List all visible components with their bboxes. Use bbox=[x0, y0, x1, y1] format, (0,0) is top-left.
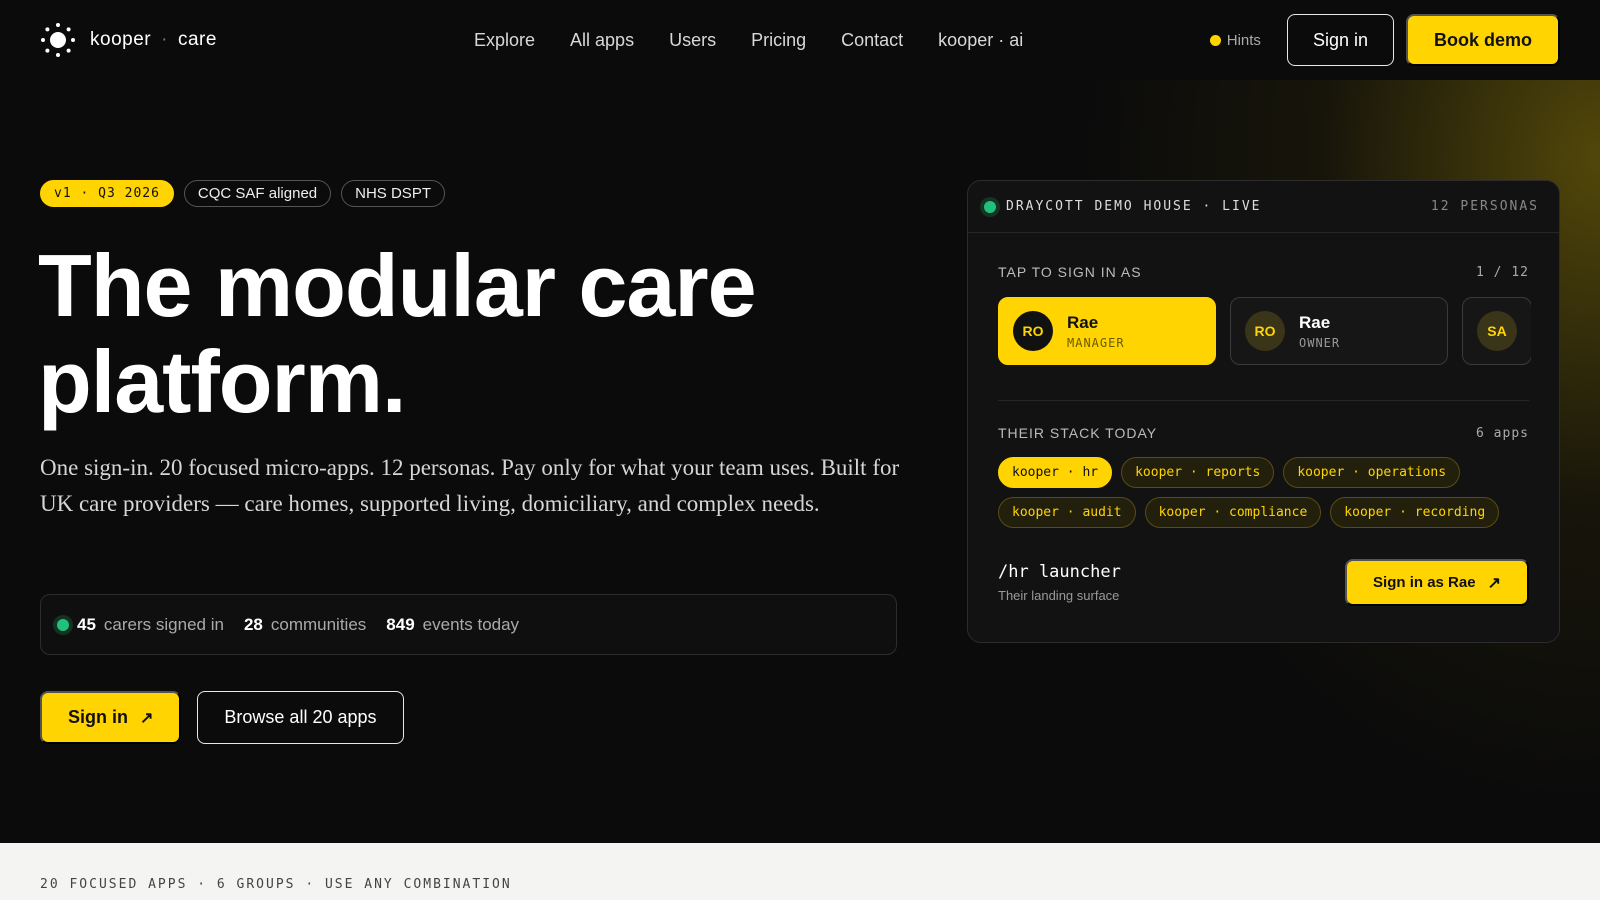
nav-link-pricing[interactable]: Pricing bbox=[751, 30, 806, 51]
sun-logo-icon bbox=[40, 22, 76, 58]
stat-carers-label: carers signed in bbox=[103, 614, 224, 634]
stat-events: 849 events today bbox=[386, 615, 519, 635]
hero-signin-button[interactable]: Sign in ↗ bbox=[40, 691, 182, 744]
nav-link-all-apps[interactable]: All apps bbox=[570, 30, 634, 51]
hero-headline: The modular care platform. bbox=[38, 238, 918, 430]
panel-divider bbox=[998, 400, 1529, 401]
arrow-up-right-icon: ↗ bbox=[1487, 574, 1501, 592]
app-chip[interactable]: kooper · recording bbox=[1330, 497, 1500, 528]
hero-subcopy: One sign-in. 20 focused micro-apps. 12 p… bbox=[40, 455, 900, 516]
persona-carousel[interactable]: RO Rae MANAGER RO Rae OWNER SA bbox=[998, 297, 1531, 365]
stack-section: THEIR STACK TODAY 6 apps kooper · hr koo… bbox=[968, 425, 1559, 606]
version-badge: v1 · Q3 2026 bbox=[40, 180, 174, 207]
brand-separator: · bbox=[161, 29, 168, 50]
stat-communities: 28 communities bbox=[244, 615, 366, 635]
brand[interactable]: kooper · care bbox=[40, 22, 420, 58]
persona-role: MANAGER bbox=[1067, 335, 1125, 350]
persona-text: Rae MANAGER bbox=[1067, 313, 1125, 350]
hints-dot-icon bbox=[1209, 34, 1221, 46]
nav-link-kooper-ai[interactable]: kooper · ai bbox=[938, 30, 1023, 51]
persona-page-indicator: 1 / 12 bbox=[1476, 264, 1529, 280]
demo-house-panel: DRAYCOTT DEMO HOUSE · LIVE 12 PERSONAS T… bbox=[967, 180, 1560, 643]
app-chips: kooper · hr kooper · reports kooper · op… bbox=[998, 457, 1531, 528]
hero-badges: v1 · Q3 2026 CQC SAF aligned NHS DSPT bbox=[40, 180, 445, 207]
book-demo-button[interactable]: Book demo bbox=[1405, 14, 1560, 66]
stat-events-label: events today bbox=[422, 614, 520, 634]
avatar: SA bbox=[1477, 311, 1517, 351]
persona-name: Rae bbox=[1067, 312, 1099, 332]
nav-links: Explore All apps Users Pricing Contact k… bbox=[474, 30, 1023, 51]
hints-label: Hints bbox=[1226, 31, 1261, 49]
sign-in-as-persona-button[interactable]: Sign in as Rae ↗ bbox=[1345, 559, 1529, 606]
nav-link-contact[interactable]: Contact bbox=[841, 30, 903, 51]
persona-card[interactable]: RO Rae MANAGER bbox=[998, 297, 1216, 365]
personas-count: 12 PERSONAS bbox=[1430, 199, 1539, 214]
persona-text: Rae OWNER bbox=[1299, 313, 1340, 350]
cqc-badge: CQC SAF aligned bbox=[183, 180, 332, 207]
stat-carers-value: 45 bbox=[77, 614, 96, 634]
headline-line-2: platform. bbox=[38, 332, 406, 431]
apps-section-eyebrow: 20 FOCUSED APPS · 6 GROUPS · USE ANY COM… bbox=[40, 877, 512, 892]
arrow-up-right-icon: ↗ bbox=[140, 709, 154, 727]
apps-section-strip: 20 FOCUSED APPS · 6 GROUPS · USE ANY COM… bbox=[0, 843, 1600, 900]
app-chip[interactable]: kooper · compliance bbox=[1144, 497, 1322, 528]
nhs-badge: NHS DSPT bbox=[341, 180, 445, 207]
app-chip[interactable]: kooper · audit bbox=[998, 497, 1136, 528]
nav-link-explore[interactable]: Explore bbox=[474, 30, 535, 51]
live-dot-icon bbox=[57, 618, 69, 631]
stat-events-value: 849 bbox=[386, 614, 415, 634]
persona-section: TAP TO SIGN IN AS 1 / 12 RO Rae MANAGER … bbox=[968, 264, 1559, 365]
panel-header: DRAYCOTT DEMO HOUSE · LIVE 12 PERSONAS bbox=[968, 181, 1559, 233]
persona-role: OWNER bbox=[1299, 335, 1341, 350]
stat-communities-value: 28 bbox=[243, 614, 263, 634]
launcher-info: /hr launcher Their landing surface bbox=[998, 562, 1121, 603]
launcher-subtitle: Their landing surface bbox=[998, 588, 1120, 603]
app-chip[interactable]: kooper · reports bbox=[1121, 457, 1275, 488]
launcher-row: /hr launcher Their landing surface Sign … bbox=[998, 559, 1529, 606]
persona-section-header: TAP TO SIGN IN AS 1 / 12 bbox=[998, 264, 1529, 280]
persona-name: Rae bbox=[1299, 312, 1331, 332]
hero-signin-label: Sign in bbox=[68, 707, 128, 727]
avatar: RO bbox=[1245, 311, 1285, 351]
stack-label: THEIR STACK TODAY bbox=[998, 425, 1158, 441]
headline-line-1: The modular care bbox=[38, 236, 757, 335]
app-chip[interactable]: kooper · hr bbox=[998, 457, 1113, 488]
app-chip[interactable]: kooper · operations bbox=[1283, 457, 1461, 488]
stack-count: 6 apps bbox=[1476, 425, 1529, 441]
nav-actions: Hints Sign in Book demo bbox=[1209, 14, 1560, 66]
brand-name: kooper · care bbox=[90, 29, 217, 51]
launcher-title: /hr launcher bbox=[998, 562, 1121, 582]
tap-to-sign-in-label: TAP TO SIGN IN AS bbox=[998, 264, 1142, 280]
persona-card[interactable]: RO Rae OWNER bbox=[1230, 297, 1448, 365]
nav-link-users[interactable]: Users bbox=[669, 30, 716, 51]
brand-name-text: kooper bbox=[90, 29, 152, 50]
sign-in-as-persona-label: Sign in as Rae bbox=[1373, 574, 1476, 591]
hints-toggle[interactable]: Hints bbox=[1209, 31, 1261, 49]
stack-section-header: THEIR STACK TODAY 6 apps bbox=[998, 425, 1529, 441]
stat-carers: 45 carers signed in bbox=[57, 615, 224, 635]
live-dot-icon bbox=[984, 200, 996, 213]
panel-title: DRAYCOTT DEMO HOUSE · LIVE bbox=[1006, 199, 1262, 214]
browse-apps-button[interactable]: Browse all 20 apps bbox=[197, 691, 404, 744]
brand-product: care bbox=[177, 29, 217, 50]
hero-cta: Sign in ↗ Browse all 20 apps bbox=[40, 691, 404, 744]
avatar: RO bbox=[1013, 311, 1053, 351]
nav-signin-button[interactable]: Sign in bbox=[1286, 14, 1394, 66]
persona-card[interactable]: SA bbox=[1462, 297, 1531, 365]
stat-communities-label: communities bbox=[270, 614, 367, 634]
live-stats-bar: 45 carers signed in 28 communities 849 e… bbox=[40, 594, 897, 655]
top-nav: kooper · care Explore All apps Users Prici… bbox=[0, 0, 1600, 80]
